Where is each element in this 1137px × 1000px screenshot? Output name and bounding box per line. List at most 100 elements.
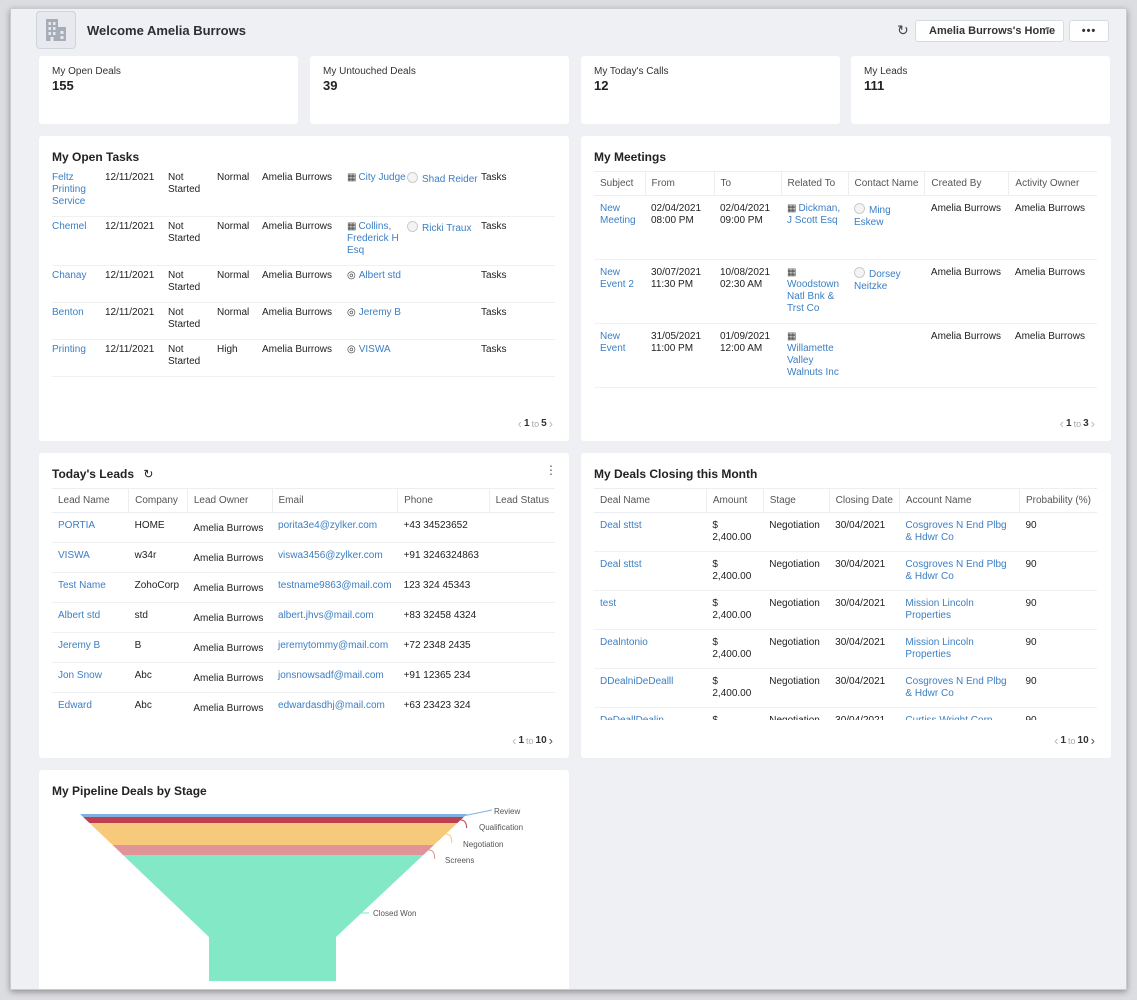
deal-row[interactable]: Deal sttst $ 2,400.00 Negotiation 30/04/202… xyxy=(594,512,1097,552)
lead-row[interactable]: Edward Abc Amelia Burrows edwardasdhj@mail.… xyxy=(52,692,555,720)
lead-email-link[interactable]: viswa3456@zylker.com xyxy=(278,550,383,561)
task-subject-link[interactable]: Feltz Printing Service xyxy=(52,172,86,207)
kpi-untouched-deals[interactable]: My Untouched Deals 39 xyxy=(310,56,569,124)
related-link[interactable]: Woodstown Natl Bnk & Trst Co xyxy=(787,279,839,314)
funnel-segment-screens[interactable] xyxy=(112,845,434,855)
column-header[interactable]: Lead Status xyxy=(489,488,555,513)
lead-name-link[interactable]: Albert std xyxy=(58,610,100,621)
related-link[interactable]: Jeremy B xyxy=(359,307,401,318)
account-link[interactable]: Cosgroves N End Plbg & Hdwr Co xyxy=(905,520,1006,543)
lead-email-link[interactable]: edwardasdhj@mail.com xyxy=(278,700,385,711)
leads-scroll-area[interactable]: Lead Name Company Lead Owner Email Phone Lead… xyxy=(39,488,569,720)
lead-row[interactable]: Jeremy B B Amelia Burrows jeremytommy@mail.… xyxy=(52,632,555,663)
column-header[interactable]: Created By xyxy=(924,171,1010,196)
lead-row[interactable]: Test Name ZohoCorp Amelia Burrows testname9… xyxy=(52,572,555,603)
column-header[interactable]: Lead Name xyxy=(52,488,130,513)
prev-page-icon[interactable]: ‹ xyxy=(512,733,516,748)
account-link[interactable]: Mission Lincoln Properties xyxy=(905,637,973,660)
lead-row[interactable]: Jon Snow Abc Amelia Burrows jonsnowsadf@mai… xyxy=(52,662,555,693)
lead-name-link[interactable]: VISWA xyxy=(58,550,90,561)
lead-name-link[interactable]: PORTIA xyxy=(58,520,95,531)
kpi-my-leads[interactable]: My Leads 111 xyxy=(851,56,1110,124)
funnel-segment-negotiation[interactable] xyxy=(89,823,458,845)
prev-page-icon[interactable]: ‹ xyxy=(518,416,522,431)
account-link[interactable]: Cosgroves N End Plbg & Hdwr Co xyxy=(905,559,1006,582)
deal-row[interactable]: Deal sttst $ 2,400.00 Negotiation 30/04/202… xyxy=(594,551,1097,591)
lead-email-link[interactable]: testname9863@mail.com xyxy=(278,580,392,591)
prev-page-icon[interactable]: ‹ xyxy=(1054,733,1058,748)
next-page-icon[interactable]: › xyxy=(1091,416,1095,431)
column-header[interactable]: Lead Owner xyxy=(187,488,273,513)
task-subject-link[interactable]: Chemel xyxy=(52,221,86,232)
deal-name-link[interactable]: DDealniDeDealll xyxy=(600,676,673,687)
meeting-row[interactable]: New Event 31/05/2021 11:00 PM 01/09/2021 1… xyxy=(594,323,1097,388)
column-header[interactable]: Email xyxy=(272,488,399,513)
kebab-menu-icon[interactable]: ⋮ xyxy=(545,463,557,477)
lead-email-link[interactable]: albert.jhvs@mail.com xyxy=(278,610,374,621)
meeting-row[interactable]: New Event 2 30/07/2021 11:30 PM 10/08/2021… xyxy=(594,259,1097,324)
lead-email-link[interactable]: jonsnowsadf@mail.com xyxy=(278,670,384,681)
lead-name-link[interactable]: Test Name xyxy=(58,580,106,591)
task-row[interactable]: Chemel 12/11/2021 Not Started Normal Amelia … xyxy=(52,216,555,266)
account-link[interactable]: Mission Lincoln Properties xyxy=(905,598,973,621)
deal-row[interactable]: DeDeallDealin $Negotiation30/04/2021 Curti… xyxy=(594,707,1097,720)
meeting-subject-link[interactable]: New Event xyxy=(600,331,626,354)
lead-email-link[interactable]: porita3e4@zylker.com xyxy=(278,520,377,531)
meeting-subject-link[interactable]: New Meeting xyxy=(600,203,636,226)
account-link[interactable]: Curtiss Wright Corp xyxy=(905,715,992,720)
column-header[interactable]: To xyxy=(714,171,782,196)
contact-link[interactable]: Ricki Traux xyxy=(422,223,471,234)
task-row[interactable]: Benton 12/11/2021 Not Started Normal Amelia … xyxy=(52,302,555,340)
deal-row[interactable]: DDealniDeDealll $ 2,400.00 Negotiation 30/0… xyxy=(594,668,1097,708)
next-page-icon[interactable]: › xyxy=(549,733,553,748)
deals-scroll-area[interactable]: Deal Name Amount Stage Closing Date Account … xyxy=(581,488,1111,720)
lead-row[interactable]: Albert std std Amelia Burrows albert.jhvs@m… xyxy=(52,602,555,633)
column-header[interactable]: Probability (%) xyxy=(1019,488,1097,513)
column-header[interactable]: Closing Date xyxy=(829,488,900,513)
related-link[interactable]: VISWA xyxy=(359,344,391,355)
prev-page-icon[interactable]: ‹ xyxy=(1060,416,1064,431)
task-row[interactable]: Printing 12/11/2021 Not Started High Amelia … xyxy=(52,339,555,377)
funnel-segment-closed-won[interactable] xyxy=(123,855,424,981)
lead-row[interactable]: VISWA w34r Amelia Burrows viswa3456@zylker.… xyxy=(52,542,555,573)
next-page-icon[interactable]: › xyxy=(1091,733,1095,748)
column-header[interactable]: Contact Name xyxy=(848,171,926,196)
column-header[interactable]: Company xyxy=(128,488,188,513)
column-header[interactable]: Phone xyxy=(397,488,490,513)
column-header[interactable]: Subject xyxy=(594,171,646,196)
funnel-segment-review[interactable] xyxy=(80,814,467,817)
deal-name-link[interactable]: Deal sttst xyxy=(600,559,642,570)
deal-row[interactable]: Dealntonio $ 2,400.00 Negotiation 30/04/202… xyxy=(594,629,1097,669)
lead-row[interactable]: PORTIA HOME Amelia Burrows porita3e4@zylker… xyxy=(52,512,555,543)
task-subject-link[interactable]: Printing xyxy=(52,344,86,355)
task-row[interactable]: Chanay 12/11/2021 Not Started Normal Amelia … xyxy=(52,265,555,303)
refresh-icon[interactable]: ↻ xyxy=(897,22,909,39)
contact-link[interactable]: Shad Reider xyxy=(422,174,478,185)
column-header[interactable]: Stage xyxy=(763,488,830,513)
task-subject-link[interactable]: Benton xyxy=(52,307,84,318)
related-link[interactable]: Willamette Valley Walnuts Inc xyxy=(787,343,839,378)
lead-name-link[interactable]: Jon Snow xyxy=(58,670,102,681)
deal-name-link[interactable]: test xyxy=(600,598,616,609)
deal-name-link[interactable]: DeDeallDealin xyxy=(600,715,664,720)
lead-email-link[interactable]: jeremytommy@mail.com xyxy=(278,640,388,651)
meeting-row[interactable]: New Meeting 02/04/2021 08:00 PM 02/04/2021… xyxy=(594,195,1097,260)
lead-name-link[interactable]: Jeremy B xyxy=(58,640,100,651)
kpi-open-deals[interactable]: My Open Deals 155 xyxy=(39,56,298,124)
column-header[interactable]: Activity Owner xyxy=(1008,171,1097,196)
column-header[interactable]: Related To xyxy=(781,171,849,196)
refresh-icon[interactable]: ↻ xyxy=(143,467,153,481)
more-options-button[interactable]: ••• xyxy=(1069,20,1109,42)
lead-name-link[interactable]: Edward xyxy=(58,700,92,711)
task-row[interactable]: Feltz Printing Service 12/11/2021 Not Star… xyxy=(52,168,555,217)
related-link[interactable]: City Judge xyxy=(358,172,405,183)
task-subject-link[interactable]: Chanay xyxy=(52,270,86,281)
funnel-segment-qualification[interactable] xyxy=(83,817,464,823)
deal-row[interactable]: test $ 2,400.00 Negotiation 30/04/2021 Missi… xyxy=(594,590,1097,630)
home-view-dropdown[interactable]: Amelia Burrows's Home ▼ xyxy=(915,20,1064,42)
deal-name-link[interactable]: Dealntonio xyxy=(600,637,648,648)
column-header[interactable]: From xyxy=(645,171,715,196)
meeting-subject-link[interactable]: New Event 2 xyxy=(600,267,634,290)
account-link[interactable]: Cosgroves N End Plbg & Hdwr Co xyxy=(905,676,1006,699)
column-header[interactable]: Deal Name xyxy=(594,488,707,513)
